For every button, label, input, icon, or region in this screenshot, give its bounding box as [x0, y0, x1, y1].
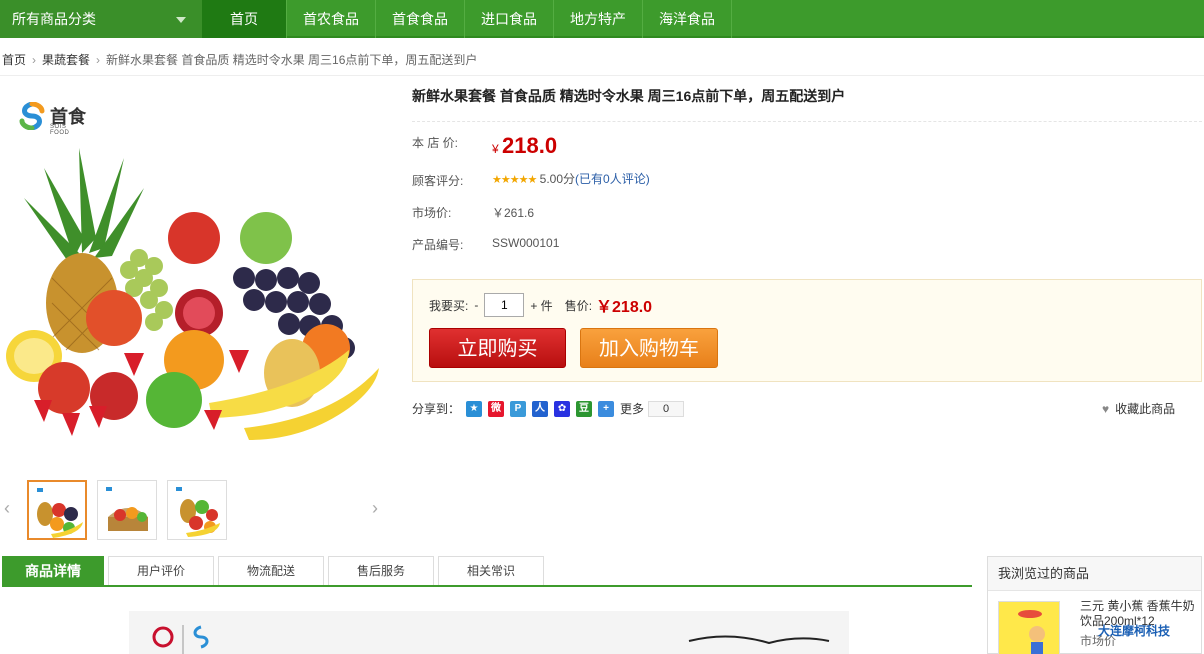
sku-row: 产品编号: SSW000101	[412, 236, 559, 253]
sell-price-label: 售价:	[564, 298, 593, 313]
rating-paren-close: )	[645, 172, 650, 186]
product-title: 新鲜水果套餐 首食品质 精选时令水果 周三16点前下单，周五配送到户	[412, 86, 1202, 122]
tab-after-sales[interactable]: 售后服务	[328, 556, 435, 585]
share-qzone-icon[interactable]: ★	[466, 400, 483, 417]
nav-item-home[interactable]: 首页	[202, 0, 287, 38]
breadcrumb-category[interactable]: 果蔬套餐	[42, 44, 90, 75]
rating-value: ★★★★★ 5.00分(已有0人评论)	[492, 170, 650, 187]
rating-row: 顾客评分: ★★★★★ 5.00分(已有0人评论)	[412, 172, 650, 189]
breadcrumb-separator: ›	[32, 53, 37, 67]
heart-icon: ♥	[1102, 402, 1110, 416]
share-more-icon[interactable]: +	[598, 400, 615, 417]
rating-label: 顾客评分:	[412, 174, 464, 188]
sell-price: ￥218.0	[596, 299, 653, 316]
tab-shipping[interactable]: 物流配送	[218, 556, 325, 585]
brand-swirl-icon	[18, 101, 46, 131]
nav-item-shoushi[interactable]: 首食食品	[376, 0, 465, 38]
store-price-row: 本 店 价: ¥ 218.0	[412, 133, 557, 158]
tab-reviews[interactable]: 用户评价	[108, 556, 215, 585]
breadcrumb-home[interactable]: 首页	[2, 44, 26, 75]
brand-sub: SOIS FOOD	[50, 124, 70, 136]
watermark-logo: 大连摩柯科技	[1098, 622, 1170, 639]
thumbnail-2[interactable]	[97, 480, 157, 540]
store-price: 218.0	[502, 133, 558, 158]
store-price-value: ¥ 218.0	[492, 133, 557, 159]
thumbnail-prev-icon[interactable]: ‹	[4, 498, 10, 519]
market-price: ￥261.6	[492, 206, 535, 220]
favorite-button[interactable]: ♥ 收藏此商品	[1102, 400, 1175, 417]
rating-score: 5.00分	[539, 172, 576, 186]
share-label: 分享到：	[412, 402, 461, 416]
detail-banner-image	[129, 611, 849, 654]
thumbnail-strip: ‹ ›	[0, 480, 390, 540]
share-renren-icon[interactable]: 人	[532, 400, 549, 417]
quantity-label: 我要买:	[429, 298, 469, 313]
tab-knowledge[interactable]: 相关常识	[438, 556, 545, 585]
sku-label: 产品编号:	[412, 238, 464, 252]
quantity-plus-button[interactable]: + 件	[530, 297, 552, 314]
market-price-label: 市场价:	[412, 206, 452, 220]
viewed-item-image[interactable]	[998, 601, 1060, 654]
detail-tabs: 商品详情 用户评价 物流配送 售后服务 相关常识	[2, 556, 972, 587]
buy-now-button[interactable]: 立即购买	[429, 328, 566, 368]
quantity-row: 我要买: - 1 + 件 售价: ￥218.0	[429, 293, 652, 317]
store-price-label: 本 店 价:	[412, 136, 459, 150]
market-price-row: 市场价: ￥261.6	[412, 204, 534, 221]
add-to-cart-button[interactable]: 加入购物车	[580, 328, 718, 368]
quantity-minus-button[interactable]: -	[474, 298, 478, 312]
reviews-link[interactable]: 已有0人评论	[579, 172, 646, 186]
tab-details[interactable]: 商品详情	[2, 556, 104, 585]
top-nav: 所有商品分类 首页 首农食品 首食食品 进口食品 地方特产 海洋食品	[0, 0, 1204, 38]
breadcrumb-current: 新鲜水果套餐 首食品质 精选时令水果 周三16点前下单，周五配送到户	[106, 53, 478, 67]
thumbnail-next-icon[interactable]: ›	[372, 498, 378, 519]
currency-symbol: ¥	[492, 142, 499, 156]
watermark-text: 大连摩柯科技	[1098, 624, 1171, 638]
nav-item-seafood[interactable]: 海洋食品	[643, 0, 732, 38]
buy-box: 我要买: - 1 + 件 售价: ￥218.0 立即购买 加入购物车	[412, 279, 1202, 382]
all-categories-dropdown[interactable]: 所有商品分类	[0, 0, 202, 38]
share-tqq-icon[interactable]: P	[510, 400, 527, 417]
nav-item-shounong[interactable]: 首农食品	[287, 0, 376, 38]
share-douban-icon[interactable]: 豆	[576, 400, 593, 417]
all-categories-label: 所有商品分类	[12, 11, 96, 27]
quantity-input[interactable]: 1	[484, 293, 525, 317]
share-more-link[interactable]: 更多	[620, 400, 644, 417]
nav-item-local[interactable]: 地方特产	[554, 0, 643, 38]
sku-value: SSW000101	[492, 236, 560, 250]
breadcrumb-separator: ›	[96, 53, 101, 67]
share-bar: 分享到： ★ 微 P 人 ✿ 豆 + 更多 0	[412, 400, 685, 417]
brand-logo: 首食 SOIS FOOD	[18, 101, 86, 136]
thumbnail-1[interactable]	[27, 480, 87, 540]
nav-item-imported[interactable]: 进口食品	[465, 0, 554, 38]
thumbnail-3[interactable]	[167, 480, 227, 540]
chevron-down-icon	[176, 17, 186, 23]
product-main-image[interactable]	[4, 88, 388, 448]
share-count: 0	[648, 400, 685, 417]
nav-items: 首页 首农食品 首食食品 进口食品 地方特产 海洋食品	[202, 0, 732, 38]
favorite-label: 收藏此商品	[1115, 402, 1176, 416]
breadcrumb: 首页 › 果蔬套餐 › 新鲜水果套餐 首食品质 精选时令水果 周三16点前下单，…	[0, 44, 1204, 76]
rating-stars-icon: ★★★★★	[492, 174, 537, 186]
share-baidu-icon[interactable]: ✿	[554, 400, 571, 417]
recently-viewed-title: 我浏览过的商品	[988, 557, 1201, 591]
share-weibo-icon[interactable]: 微	[488, 400, 505, 417]
recently-viewed-panel: 我浏览过的商品 三元 黄小蕉 香蕉牛奶饮品200ml*12 市场价	[987, 556, 1202, 654]
